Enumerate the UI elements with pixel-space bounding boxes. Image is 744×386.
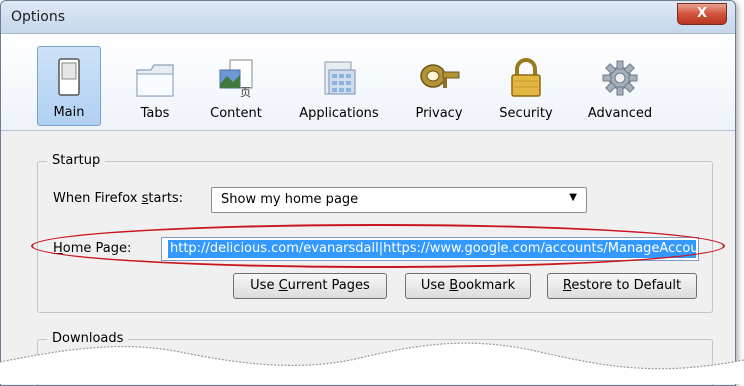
gear-icon (602, 60, 638, 96)
downloads-group-title: Downloads (47, 331, 129, 346)
pane-main[interactable]: Main (37, 46, 101, 126)
title-bar: Options X (1, 1, 735, 34)
pane-tabs[interactable]: Tabs (127, 48, 183, 126)
pane-label-main: Main (53, 105, 85, 120)
when-firefox-starts-label: When Firefox starts: (53, 191, 184, 206)
pane-label-applications: Applications (299, 106, 379, 121)
pane-label-advanced: Advanced (587, 106, 653, 121)
pane-content[interactable]: 页 Content (201, 48, 271, 126)
pane-label-content: Content (210, 106, 262, 121)
close-button[interactable]: X (677, 3, 727, 25)
downloads-partial-text: window wh (237, 365, 310, 380)
pane-label-tabs: Tabs (140, 106, 170, 121)
padlock-icon (511, 58, 541, 97)
pane-security[interactable]: Security (487, 48, 565, 126)
switch-icon (58, 58, 80, 96)
privacy-mask-icon (420, 64, 460, 88)
content-icon: 页 (219, 59, 253, 99)
use-bookmark-button[interactable]: Use Bookmark (405, 273, 531, 299)
chevron-down-icon[interactable]: ▼ (569, 192, 577, 203)
options-window: Options X Main Tabs 页 Content Applicatio… (0, 0, 736, 386)
preferences-toolbar: Main Tabs 页 Content Applications Privacy… (1, 34, 735, 131)
svg-text:页: 页 (240, 86, 251, 99)
tabs-icon (136, 64, 174, 97)
highlight-ellipse (31, 224, 725, 268)
pane-applications[interactable]: Applications (289, 48, 389, 126)
startup-dropdown[interactable]: Show my home page ▼ (211, 187, 587, 213)
pane-label-privacy: Privacy (415, 106, 463, 121)
startup-dropdown-value: Show my home page (221, 192, 359, 207)
pane-label-security: Security (499, 106, 553, 121)
restore-to-default-button[interactable]: Restore to Default (547, 273, 697, 299)
main-pane-content: Startup When Firefox starts: Show my hom… (1, 131, 735, 385)
pane-privacy[interactable]: Privacy (407, 48, 471, 126)
startup-group-title: Startup (47, 153, 106, 168)
use-current-pages-button[interactable]: Use Current Pages (233, 273, 387, 299)
downloads-groupbox (37, 339, 713, 385)
pane-advanced[interactable]: Advanced (579, 48, 661, 126)
window-title: Options (11, 9, 66, 25)
applications-icon (324, 61, 356, 95)
